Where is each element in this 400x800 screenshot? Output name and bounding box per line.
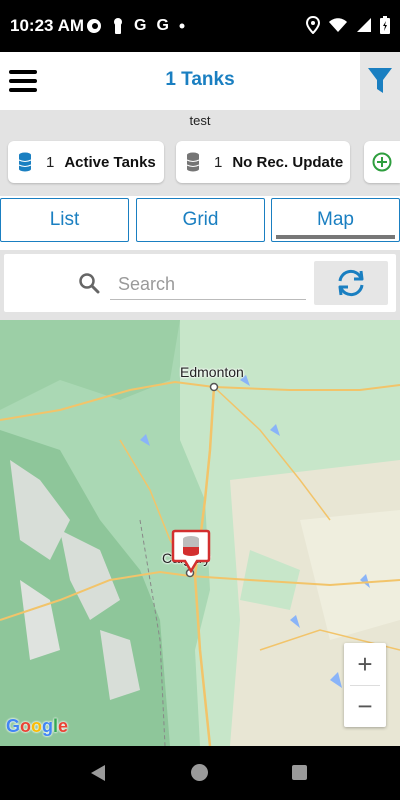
google-logo: Google — [6, 716, 69, 736]
no-rec-update-card[interactable]: 1 No Rec. Update — [176, 141, 350, 183]
notification-icon — [87, 19, 101, 33]
tab-grid[interactable]: Grid — [136, 198, 265, 242]
database-icon — [186, 152, 200, 172]
tab-grid-label: Grid — [182, 209, 219, 230]
no-rec-update-count: 1 — [214, 153, 223, 171]
page-title: 1 Tanks — [165, 69, 235, 90]
group-subtitle: test — [189, 113, 211, 128]
dot-icon — [179, 23, 185, 29]
zoom-out-button[interactable]: − — [344, 685, 386, 727]
tab-map-label: Map — [317, 209, 354, 230]
system-nav-bar — [0, 746, 400, 800]
signal-icon — [357, 18, 371, 32]
search-icon — [79, 273, 100, 294]
battery-icon — [380, 16, 390, 34]
active-tanks-card[interactable]: 1 Active Tanks — [8, 141, 164, 183]
status-notification-icons: G G — [86, 16, 185, 36]
google-icon: G — [156, 17, 169, 34]
filter-icon — [368, 68, 392, 93]
keyhole-icon — [114, 18, 122, 34]
tab-list-label: List — [49, 209, 80, 230]
search-container — [4, 254, 396, 312]
status-bar: 10:23 AM G G — [0, 0, 400, 52]
tank-marker-icon[interactable] — [171, 529, 211, 579]
zoom-controls: + − — [344, 643, 386, 727]
recents-icon[interactable] — [292, 765, 307, 780]
tab-map[interactable]: Map — [271, 198, 400, 242]
summary-bar: test 1 Active Tanks 1 No Rec. Update — [0, 110, 400, 196]
home-icon[interactable] — [191, 764, 208, 781]
add-card[interactable] — [364, 141, 400, 183]
tab-selected-indicator — [276, 235, 395, 239]
google-icon: G — [134, 17, 147, 34]
location-icon — [306, 16, 320, 34]
refresh-button[interactable] — [314, 261, 388, 305]
back-icon[interactable] — [90, 764, 106, 782]
add-circle-icon — [372, 152, 392, 172]
status-time: 10:23 AM — [10, 16, 85, 35]
zoom-in-button[interactable]: + — [344, 643, 386, 685]
map-city-label: Edmonton — [180, 364, 244, 380]
no-rec-update-label: No Rec. Update — [232, 153, 344, 171]
database-icon — [18, 152, 32, 172]
refresh-icon — [338, 269, 364, 297]
wifi-icon — [329, 18, 347, 32]
search-input[interactable] — [110, 270, 306, 300]
filter-button[interactable] — [360, 52, 400, 110]
map-view[interactable]: Edmonton Calgary + − Google — [0, 320, 400, 746]
search-bar — [0, 250, 400, 320]
tab-list[interactable]: List — [0, 198, 129, 242]
app-header: 1 Tanks — [0, 52, 400, 111]
active-tanks-label: Active Tanks — [64, 153, 156, 171]
view-tabs: List Grid Map — [0, 196, 400, 250]
active-tanks-count: 1 — [46, 153, 55, 171]
status-system-icons — [306, 16, 390, 34]
